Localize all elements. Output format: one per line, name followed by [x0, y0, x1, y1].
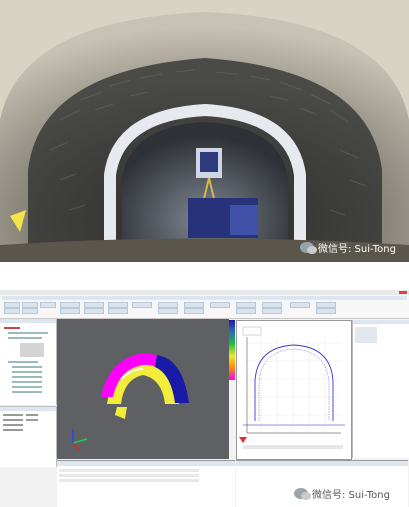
profile-tabs[interactable]: [243, 445, 343, 449]
ribbon-button[interactable]: [210, 302, 230, 308]
property-row: [3, 424, 23, 426]
wechat-icon: [294, 488, 311, 500]
ribbon-button[interactable]: [4, 308, 20, 314]
ribbon-button[interactable]: [236, 308, 256, 314]
close-button[interactable]: [399, 291, 407, 294]
property-value[interactable]: [26, 419, 38, 421]
tree-item[interactable]: [12, 391, 42, 393]
ribbon-button[interactable]: [158, 308, 178, 314]
results-table: [57, 460, 235, 507]
profile-plot: [239, 326, 345, 443]
profile-legend: [242, 326, 262, 336]
x-axis: [72, 442, 80, 451]
tree-item[interactable]: [8, 361, 38, 363]
properties-panel: [0, 406, 57, 467]
ribbon-button[interactable]: [22, 308, 38, 314]
panel-header: [0, 407, 56, 411]
origin-marker: [239, 437, 247, 443]
table-row[interactable]: [59, 469, 199, 472]
ribbon-button[interactable]: [262, 308, 282, 314]
profile-section-view[interactable]: [236, 320, 352, 460]
ribbon-button[interactable]: [316, 308, 336, 314]
photo-watermark-text: 微信号: Sui-Tong: [318, 244, 396, 255]
photo-watermark: 微信号: Sui-Tong: [300, 240, 396, 255]
software-window: 微信号: Sui-Tong: [0, 290, 409, 507]
screenshot-watermark-text: 微信号: Sui-Tong: [312, 490, 390, 501]
table-row[interactable]: [59, 474, 199, 477]
ribbon-tabs[interactable]: [2, 296, 407, 300]
tree-selection[interactable]: [20, 343, 44, 357]
panel-header: [353, 320, 409, 324]
tunnel-scene: [0, 0, 409, 262]
screenshot-watermark: 微信号: Sui-Tong: [294, 486, 390, 501]
ribbon-button[interactable]: [108, 308, 128, 314]
panel-header: [236, 461, 408, 466]
property-row: [3, 414, 23, 416]
y-axis: [72, 438, 88, 444]
point-cloud-render: [72, 353, 189, 451]
ribbon-button[interactable]: [40, 302, 56, 308]
scan-profile-curve: [258, 348, 330, 421]
tree-item[interactable]: [8, 332, 48, 334]
ribbon-button[interactable]: [290, 302, 310, 308]
color-scale-legend: [229, 320, 235, 380]
tree-item[interactable]: [12, 376, 42, 378]
tree-item[interactable]: [8, 337, 42, 339]
project-tree-panel: [0, 319, 57, 405]
table-header: [57, 461, 235, 466]
panel-list[interactable]: [355, 327, 377, 343]
wechat-icon: [300, 242, 317, 254]
ribbon-button[interactable]: [60, 308, 80, 314]
right-side-panel: [352, 320, 409, 458]
ring-yellow-base: [115, 407, 127, 419]
panel-header: [0, 319, 56, 323]
property-value[interactable]: [26, 414, 38, 416]
ribbon-button[interactable]: [132, 302, 152, 308]
profile-grid: [247, 339, 341, 433]
tree-item[interactable]: [4, 327, 20, 329]
property-row: [3, 419, 23, 421]
ribbon-button[interactable]: [84, 308, 104, 314]
tree-item[interactable]: [12, 371, 42, 373]
tunnel-photo: 微信号: Sui-Tong: [0, 0, 409, 262]
tree-item[interactable]: [12, 366, 42, 368]
property-row: [3, 429, 23, 431]
tree-item[interactable]: [12, 386, 42, 388]
table-row[interactable]: [59, 479, 199, 482]
3d-point-cloud-view[interactable]: [57, 319, 229, 459]
tree-item[interactable]: [12, 381, 42, 383]
ribbon-toolbar: [0, 295, 409, 319]
ribbon-button[interactable]: [184, 308, 204, 314]
design-profile-curve: [254, 344, 334, 421]
